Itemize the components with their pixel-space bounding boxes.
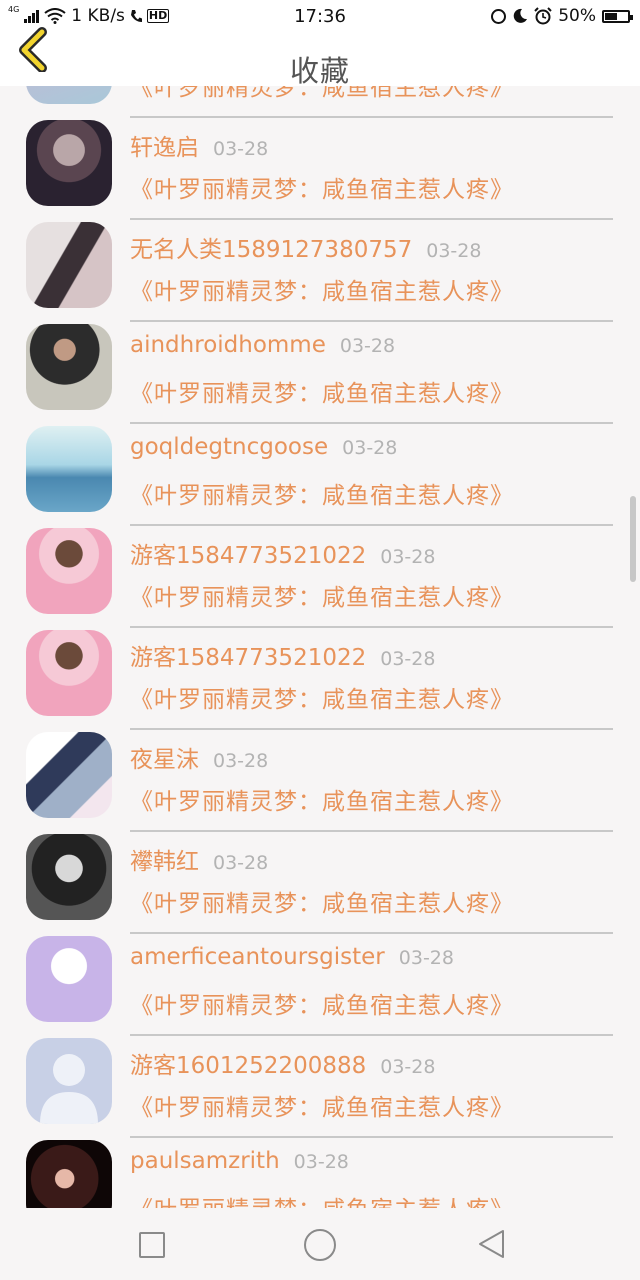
username[interactable]: 夜星沫 — [130, 747, 199, 773]
list-item[interactable]: 轩逸启 03-28 《叶罗丽精灵梦：咸鱼宿主惹人疼》 — [0, 102, 640, 220]
username-row: 夜星沫 03-28 — [130, 740, 268, 774]
favorites-list[interactable]: 《叶罗丽精灵梦：咸鱼宿主惹人疼》 轩逸启 03-28 《叶罗丽精灵梦：咸鱼宿主惹人… — [0, 86, 640, 1208]
triangle-back-icon[interactable] — [476, 1228, 508, 1260]
date: 03-28 — [398, 947, 454, 969]
system-nav-bar — [0, 1208, 640, 1280]
username-row: 轩逸启 03-28 — [130, 128, 268, 162]
battery-percent: 50% — [558, 6, 596, 26]
book-title[interactable]: 《叶罗丽精灵梦：咸鱼宿主惹人疼》 — [130, 986, 514, 1020]
list-item[interactable]: paulsamzrith 03-28 《叶罗丽精灵梦：咸鱼宿主惹人疼》 — [0, 1122, 640, 1208]
username-row: 无名人类1589127380757 03-28 — [130, 230, 481, 264]
date: 03-28 — [293, 1151, 349, 1173]
user-avatar[interactable] — [26, 426, 112, 512]
username[interactable]: 游客1584773521022 — [130, 543, 366, 569]
user-avatar[interactable] — [26, 120, 112, 206]
list-item[interactable]: 夜星沫 03-28 《叶罗丽精灵梦：咸鱼宿主惹人疼》 — [0, 714, 640, 832]
user-avatar[interactable] — [26, 222, 112, 308]
battery-icon — [602, 9, 633, 23]
username-row: aindhroidhomme 03-28 — [130, 332, 395, 358]
user-avatar[interactable] — [26, 630, 112, 716]
date: 03-28 — [213, 138, 269, 160]
list-item[interactable]: 游客1584773521022 03-28 《叶罗丽精灵梦：咸鱼宿主惹人疼》 — [0, 612, 640, 730]
page-title: 收藏 — [289, 54, 350, 88]
date: 03-28 — [380, 546, 436, 568]
date: 03-28 — [342, 437, 398, 459]
date: 03-28 — [426, 240, 482, 262]
book-title[interactable]: 《叶罗丽精灵梦：咸鱼宿主惹人疼》 — [130, 884, 514, 918]
list-item[interactable]: 无名人类1589127380757 03-28 《叶罗丽精灵梦：咸鱼宿主惹人疼》 — [0, 204, 640, 322]
book-title[interactable]: 《叶罗丽精灵梦：咸鱼宿主惹人疼》 — [130, 476, 514, 510]
user-avatar[interactable] — [26, 936, 112, 1022]
username[interactable]: 无名人类1589127380757 — [130, 237, 412, 263]
user-avatar[interactable] — [26, 834, 112, 920]
book-title[interactable]: 《叶罗丽精灵梦：咸鱼宿主惹人疼》 — [130, 782, 514, 816]
book-title[interactable]: 《叶罗丽精灵梦：咸鱼宿主惹人疼》 — [130, 170, 514, 204]
date: 03-28 — [213, 852, 269, 874]
username-row: goqldegtncgoose 03-28 — [130, 434, 397, 460]
list-item[interactable]: aindhroidhomme 03-28 《叶罗丽精灵梦：咸鱼宿主惹人疼》 — [0, 306, 640, 424]
app-header: 收藏 — [0, 27, 640, 88]
moon-icon — [513, 8, 528, 23]
status-right: 50% — [491, 6, 633, 26]
user-avatar[interactable] — [26, 1038, 112, 1124]
user-avatar[interactable] — [26, 528, 112, 614]
scrollbar[interactable] — [630, 496, 636, 582]
user-avatar[interactable] — [26, 732, 112, 818]
book-title[interactable]: 《叶罗丽精灵梦：咸鱼宿主惹人疼》 — [130, 680, 514, 714]
date: 03-28 — [380, 648, 436, 670]
username-row: 游客1584773521022 03-28 — [130, 536, 435, 570]
list-item[interactable]: amerficeantoursgister 03-28 《叶罗丽精灵梦：咸鱼宿主惹… — [0, 918, 640, 1036]
status-bar: 4G 1 KB/s HD 17:36 50% — [0, 0, 640, 34]
default-avatar-icon — [40, 1054, 98, 1124]
username-row: 游客1584773521022 03-28 — [130, 638, 435, 672]
date: 03-28 — [380, 1056, 436, 1078]
book-title[interactable]: 《叶罗丽精灵梦：咸鱼宿主惹人疼》 — [130, 374, 514, 408]
list-item[interactable]: 襻韩红 03-28 《叶罗丽精灵梦：咸鱼宿主惹人疼》 — [0, 816, 640, 934]
list-item[interactable]: 《叶罗丽精灵梦：咸鱼宿主惹人疼》 — [0, 86, 640, 118]
list-item[interactable]: 游客1601252200888 03-28 《叶罗丽精灵梦：咸鱼宿主惹人疼》 — [0, 1020, 640, 1138]
list-item[interactable]: goqldegtncgoose 03-28 《叶罗丽精灵梦：咸鱼宿主惹人疼》 — [0, 408, 640, 526]
username-row: 游客1601252200888 03-28 — [130, 1046, 435, 1080]
book-title[interactable]: 《叶罗丽精灵梦：咸鱼宿主惹人疼》 — [130, 578, 514, 612]
list-item[interactable]: 游客1584773521022 03-28 《叶罗丽精灵梦：咸鱼宿主惹人疼》 — [0, 510, 640, 628]
username[interactable]: 襻韩红 — [130, 849, 199, 875]
book-title[interactable]: 《叶罗丽精灵梦：咸鱼宿主惹人疼》 — [130, 272, 514, 306]
username-row: paulsamzrith 03-28 — [130, 1148, 349, 1174]
chevron-left-icon[interactable] — [12, 26, 58, 72]
book-title[interactable]: 《叶罗丽精灵梦：咸鱼宿主惹人疼》 — [130, 86, 514, 102]
username[interactable]: 游客1584773521022 — [130, 645, 366, 671]
user-avatar[interactable] — [26, 324, 112, 410]
date: 03-28 — [339, 335, 396, 357]
circle-icon[interactable] — [304, 1229, 336, 1261]
alarm-icon — [534, 7, 552, 25]
username[interactable]: paulsamzrith — [130, 1148, 280, 1174]
book-title[interactable]: 《叶罗丽精灵梦：咸鱼宿主惹人疼》 — [130, 1088, 514, 1122]
username[interactable]: 轩逸启 — [130, 135, 199, 161]
book-title[interactable]: 《叶罗丽精灵梦：咸鱼宿主惹人疼》 — [130, 1190, 514, 1208]
user-avatar[interactable] — [26, 1140, 112, 1208]
date: 03-28 — [213, 750, 269, 772]
username[interactable]: amerficeantoursgister — [130, 944, 385, 970]
square-icon[interactable] — [139, 1232, 165, 1258]
username-row: amerficeantoursgister 03-28 — [130, 944, 454, 970]
username[interactable]: goqldegtncgoose — [130, 434, 328, 460]
username-row: 襻韩红 03-28 — [130, 842, 268, 876]
vpn-icon — [491, 8, 507, 24]
username[interactable]: 游客1601252200888 — [130, 1053, 366, 1079]
username[interactable]: aindhroidhomme — [130, 332, 326, 358]
